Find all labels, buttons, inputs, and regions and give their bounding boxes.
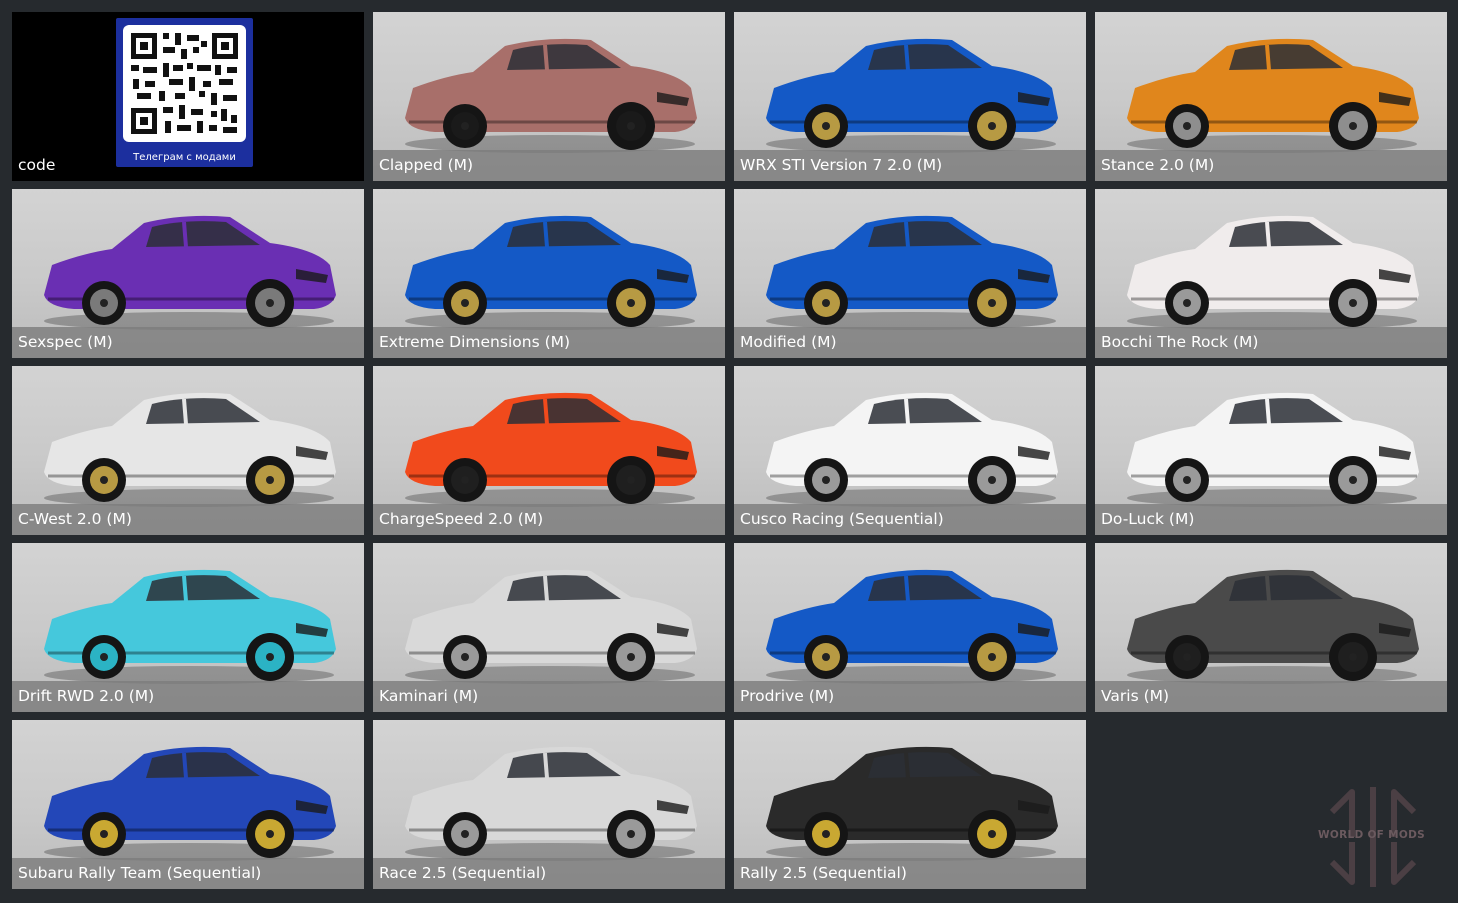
tile-caption: code [18, 156, 56, 174]
tile-caption: Varis (M) [1095, 681, 1447, 712]
car-tile[interactable]: Clapped (M) [373, 12, 725, 181]
tile-caption: ChargeSpeed 2.0 (M) [373, 504, 725, 535]
car-tile[interactable]: Varis (M) [1095, 543, 1447, 712]
car-tile[interactable]: Race 2.5 (Sequential) [373, 720, 725, 889]
car-image [44, 215, 336, 330]
car-tile[interactable]: Rally 2.5 (Sequential) [734, 720, 1086, 889]
car-tile[interactable]: Subaru Rally Team (Sequential) [12, 720, 364, 889]
car-image [1127, 569, 1419, 684]
car-image [1127, 392, 1419, 507]
qr-code-image [123, 25, 246, 142]
car-image [766, 569, 1058, 684]
qr-code-tile[interactable]: Телеграм с модами code [12, 12, 364, 181]
tile-caption: Modified (M) [734, 327, 1086, 358]
car-tile[interactable]: Do-Luck (M) [1095, 366, 1447, 535]
tile-caption: Kaminari (M) [373, 681, 725, 712]
car-tile[interactable]: Stance 2.0 (M) [1095, 12, 1447, 181]
tile-caption: Stance 2.0 (M) [1095, 150, 1447, 181]
car-tile[interactable]: Prodrive (M) [734, 543, 1086, 712]
car-image [405, 392, 697, 507]
car-image [766, 746, 1058, 861]
car-tile[interactable]: Sexspec (M) [12, 189, 364, 358]
tile-caption: Drift RWD 2.0 (M) [12, 681, 364, 712]
car-tile[interactable]: ChargeSpeed 2.0 (M) [373, 366, 725, 535]
car-image [766, 392, 1058, 507]
car-tile[interactable]: C-West 2.0 (M) [12, 366, 364, 535]
tile-caption: Race 2.5 (Sequential) [373, 858, 725, 889]
car-tile[interactable]: Modified (M) [734, 189, 1086, 358]
car-image [44, 392, 336, 507]
car-image [405, 38, 697, 153]
tile-caption: Rally 2.5 (Sequential) [734, 858, 1086, 889]
mod-gallery-grid: Телеграм с модами code Clapped (M) WRX ST… [12, 12, 1447, 889]
qr-code-card[interactable]: Телеграм с модами [116, 18, 253, 167]
car-tile[interactable]: WRX STI Version 7 2.0 (M) [734, 12, 1086, 181]
tile-caption: Sexspec (M) [12, 327, 364, 358]
car-image [405, 215, 697, 330]
car-image [44, 569, 336, 684]
qr-code-icon [131, 33, 238, 134]
car-tile[interactable]: Kaminari (M) [373, 543, 725, 712]
tile-caption: Clapped (M) [373, 150, 725, 181]
tile-caption: Do-Luck (M) [1095, 504, 1447, 535]
tile-caption: Bocchi The Rock (M) [1095, 327, 1447, 358]
watermark-text: WORLD OF MODS [1318, 829, 1425, 841]
car-image [766, 215, 1058, 330]
car-image [766, 38, 1058, 153]
car-image [44, 746, 336, 861]
tile-caption: WRX STI Version 7 2.0 (M) [734, 150, 1086, 181]
car-image [405, 746, 697, 861]
tile-caption: Cusco Racing (Sequential) [734, 504, 1086, 535]
tile-caption: Subaru Rally Team (Sequential) [12, 858, 364, 889]
car-tile[interactable]: Cusco Racing (Sequential) [734, 366, 1086, 535]
car-tile[interactable]: Drift RWD 2.0 (M) [12, 543, 364, 712]
car-tile[interactable]: Bocchi The Rock (M) [1095, 189, 1447, 358]
tile-caption: Prodrive (M) [734, 681, 1086, 712]
tile-caption: Extreme Dimensions (M) [373, 327, 725, 358]
car-image [1127, 38, 1419, 153]
car-image [1127, 215, 1419, 330]
car-image [405, 569, 697, 684]
car-tile[interactable]: Extreme Dimensions (M) [373, 189, 725, 358]
tile-caption: C-West 2.0 (M) [12, 504, 364, 535]
